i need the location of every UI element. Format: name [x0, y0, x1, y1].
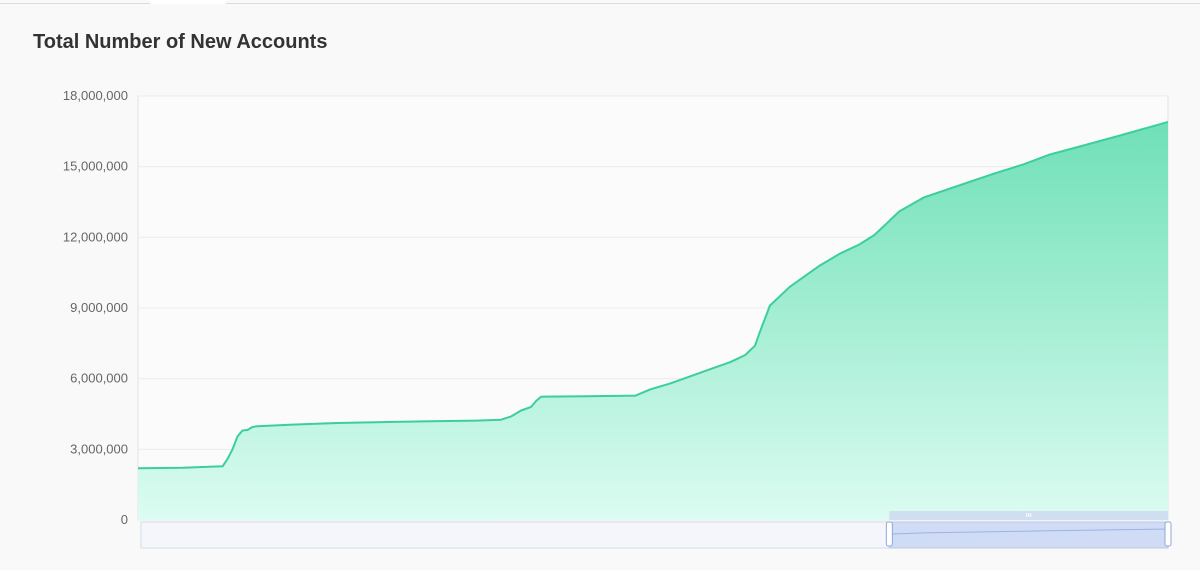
y-tick-label: 0 — [121, 512, 128, 527]
y-tick-label: 6,000,000 — [70, 371, 128, 386]
area-chart: 0 3,000,000 6,000,000 9,000,000 12,000,000 15… — [63, 88, 1172, 549]
datazoom-handle-left[interactable] — [885, 521, 893, 547]
datazoom-handle-right[interactable] — [1164, 521, 1172, 547]
y-tick-label: 3,000,000 — [70, 441, 128, 456]
y-tick-label: 12,000,000 — [63, 229, 128, 244]
y-tick-label: 15,000,000 — [63, 159, 128, 174]
y-tick-label: 9,000,000 — [70, 300, 128, 315]
datazoom-selection[interactable] — [888, 521, 1169, 549]
y-tick-label: 18,000,000 — [63, 88, 128, 103]
